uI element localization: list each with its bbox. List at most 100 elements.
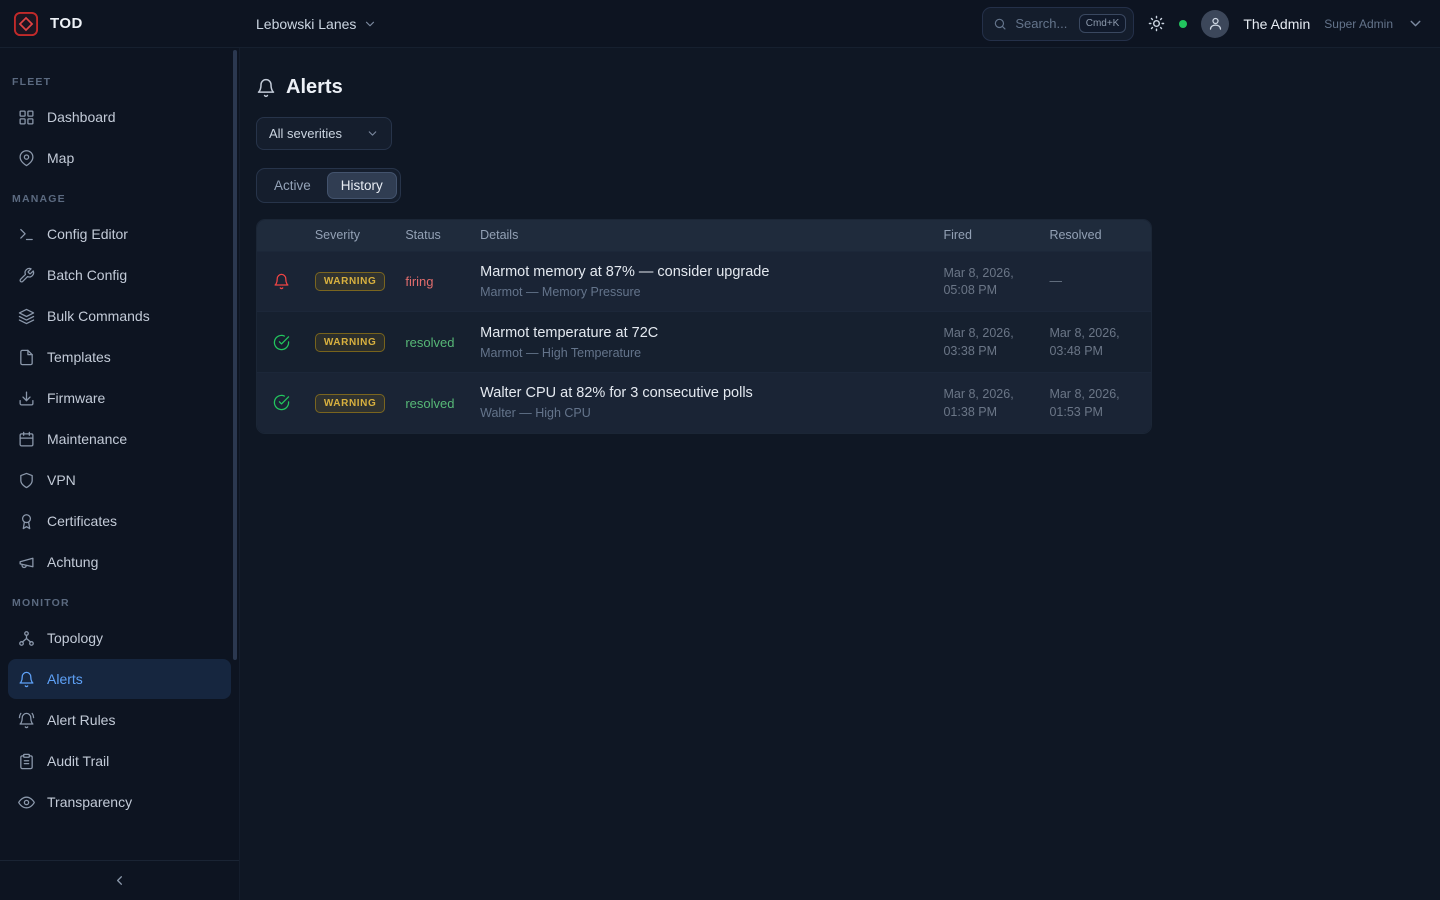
sidebar-item-label: Bulk Commands (47, 308, 150, 324)
sidebar-item-label: Transparency (47, 794, 132, 810)
bell-icon (256, 78, 276, 98)
sidebar-item-label: Certificates (47, 513, 117, 529)
alert-bell-icon (273, 273, 295, 290)
sidebar-item-label: VPN (47, 472, 76, 488)
severity-filter-value: All severities (269, 126, 342, 141)
sidebar-item-label: Maintenance (47, 431, 127, 447)
section-label-monitor: MONITOR (0, 583, 239, 617)
bell-ring-icon (18, 712, 35, 729)
severity-badge: WARNING (315, 333, 386, 352)
sidebar-item-firmware[interactable]: Firmware (8, 378, 231, 418)
brand: TOD (0, 10, 240, 38)
user-name: The Admin (1243, 16, 1310, 32)
search-shortcut-badge: Cmd+K (1079, 14, 1127, 33)
sidebar-item-label: Config Editor (47, 226, 128, 242)
sidebar-item-config-editor[interactable]: Config Editor (8, 214, 231, 254)
main-content: Alerts All severities Active History (240, 48, 1440, 900)
search-icon (993, 17, 1007, 31)
sidebar-item-label: Achtung (47, 554, 98, 570)
status-text: resolved (405, 396, 454, 411)
award-icon (18, 513, 35, 530)
brand-name: TOD (50, 15, 83, 32)
search-input[interactable] (1015, 16, 1070, 31)
alert-row[interactable]: WARNING resolved Marmot temperature at 7… (257, 312, 1151, 373)
sidebar-item-map[interactable]: Map (8, 138, 231, 178)
severity-filter-select[interactable]: All severities (256, 117, 392, 150)
eye-icon (18, 794, 35, 811)
page-header: Alerts (256, 76, 1424, 99)
grid-icon (18, 109, 35, 126)
col-resolved: Resolved (1039, 220, 1151, 251)
sidebar-scrollbar[interactable] (233, 50, 237, 660)
megaphone-icon (18, 554, 35, 571)
resolved-time: Mar 8, 2026, 03:48 PM (1049, 326, 1119, 358)
chevron-left-icon (112, 873, 127, 888)
sidebar-item-label: Alert Rules (47, 712, 115, 728)
status-text: resolved (405, 335, 454, 350)
alert-row[interactable]: WARNING resolved Walter CPU at 82% for 3… (257, 373, 1151, 433)
sidebar-item-label: Map (47, 150, 74, 166)
tab-active[interactable]: Active (260, 172, 325, 199)
chevron-down-icon (366, 127, 379, 140)
tab-history[interactable]: History (327, 172, 397, 199)
sidebar-item-alert-rules[interactable]: Alert Rules (8, 700, 231, 740)
sidebar-item-maintenance[interactable]: Maintenance (8, 419, 231, 459)
status-text: firing (405, 274, 433, 289)
sidebar-item-batch-config[interactable]: Batch Config (8, 255, 231, 295)
alert-row[interactable]: WARNING firing Marmot memory at 87% — co… (257, 251, 1151, 312)
search-box[interactable]: Cmd+K (982, 7, 1134, 41)
severity-badge: WARNING (315, 272, 386, 291)
sidebar-item-dashboard[interactable]: Dashboard (8, 97, 231, 137)
sidebar-item-transparency[interactable]: Transparency (8, 782, 231, 822)
sidebar-item-vpn[interactable]: VPN (8, 460, 231, 500)
sidebar-item-certificates[interactable]: Certificates (8, 501, 231, 541)
brand-logo-icon (12, 10, 40, 38)
wrench-icon (18, 267, 35, 284)
avatar[interactable] (1201, 10, 1229, 38)
page-title: Alerts (286, 76, 343, 99)
calendar-icon (18, 431, 35, 448)
alerts-tabs: Active History (256, 168, 401, 203)
user-menu-chevron[interactable] (1407, 15, 1424, 32)
theme-toggle-button[interactable] (1148, 15, 1165, 32)
sun-icon (1148, 15, 1165, 32)
network-icon (18, 630, 35, 647)
online-status-dot (1179, 20, 1187, 28)
alert-subtitle: Marmot — Memory Pressure (480, 285, 923, 299)
col-severity: Severity (305, 220, 396, 251)
sidebar: FLEET Dashboard Map MANAGE Config Editor… (0, 48, 240, 900)
alert-subtitle: Marmot — High Temperature (480, 346, 923, 360)
file-icon (18, 349, 35, 366)
alerts-table: Severity Status Details Fired Resolved W… (256, 219, 1152, 434)
layers-icon (18, 308, 35, 325)
alert-subtitle: Walter — High CPU (480, 406, 923, 420)
col-status: Status (395, 220, 470, 251)
map-pin-icon (18, 150, 35, 167)
section-label-fleet: FLEET (0, 62, 239, 96)
sidebar-item-achtung[interactable]: Achtung (8, 542, 231, 582)
sidebar-item-alerts[interactable]: Alerts (8, 659, 231, 699)
bell-icon (18, 671, 35, 688)
sidebar-item-topology[interactable]: Topology (8, 618, 231, 658)
sidebar-item-bulk-commands[interactable]: Bulk Commands (8, 296, 231, 336)
col-icon (257, 220, 305, 251)
sidebar-item-audit-trail[interactable]: Audit Trail (8, 741, 231, 781)
org-switcher[interactable]: Lebowski Lanes (256, 16, 377, 32)
resolved-time: — (1049, 274, 1062, 288)
alert-title: Marmot temperature at 72C (480, 325, 923, 341)
user-icon (1208, 16, 1223, 31)
section-label-manage: MANAGE (0, 179, 239, 213)
sidebar-collapse-button[interactable] (0, 860, 239, 900)
chevron-down-icon (363, 17, 377, 31)
sidebar-item-label: Templates (47, 349, 111, 365)
fired-time: Mar 8, 2026, 05:08 PM (943, 266, 1013, 298)
sidebar-item-templates[interactable]: Templates (8, 337, 231, 377)
col-details: Details (470, 220, 933, 251)
table-header-row: Severity Status Details Fired Resolved (257, 220, 1151, 251)
sidebar-item-label: Alerts (47, 671, 83, 687)
shield-icon (18, 472, 35, 489)
fired-time: Mar 8, 2026, 01:38 PM (943, 387, 1013, 419)
sidebar-item-label: Topology (47, 630, 103, 646)
resolved-time: Mar 8, 2026, 01:53 PM (1049, 387, 1119, 419)
check-circle-icon (273, 334, 295, 351)
